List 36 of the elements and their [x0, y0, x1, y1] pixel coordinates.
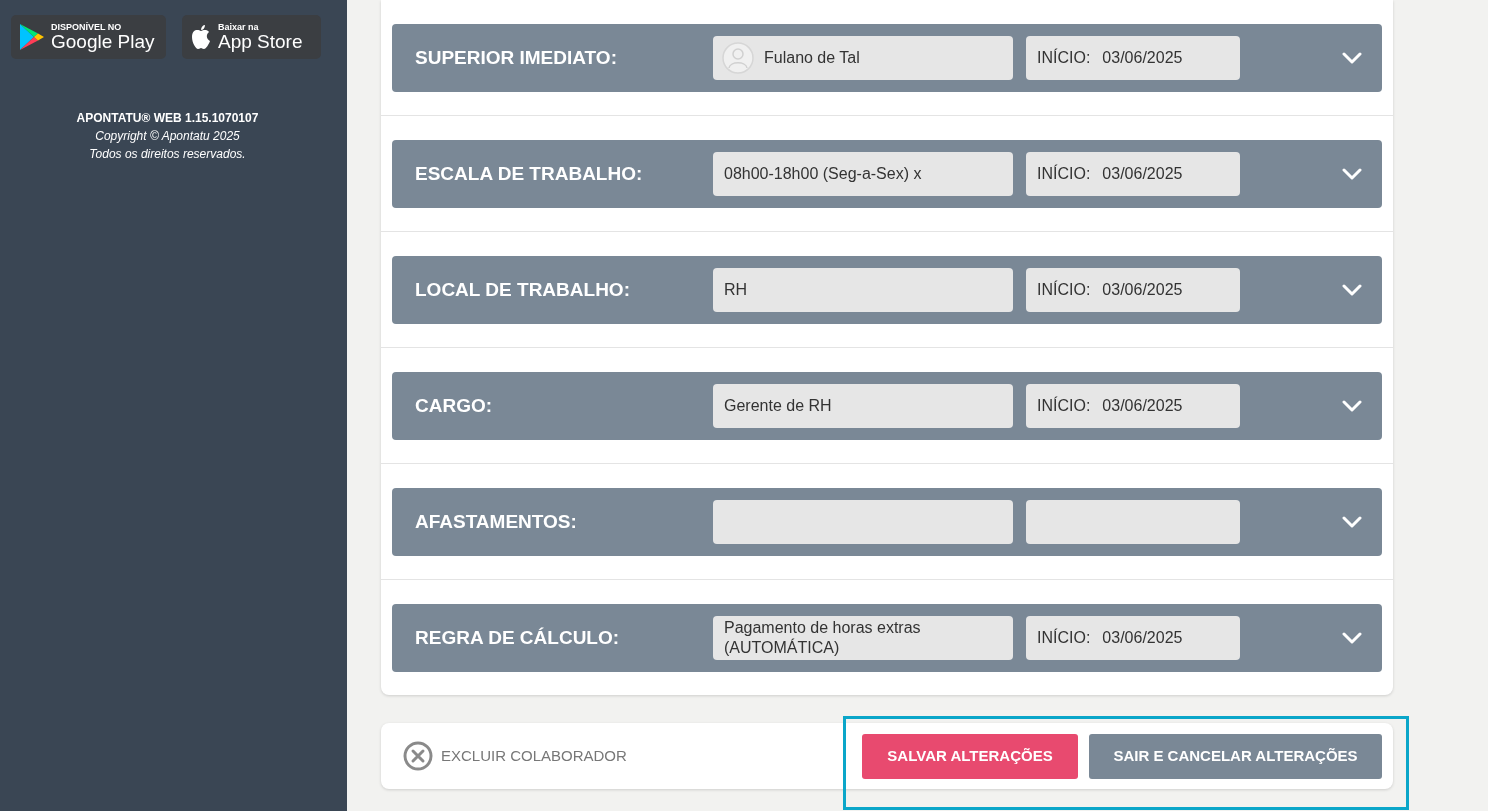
version-text: APONTATU® WEB 1.15.1070107: [75, 110, 260, 127]
start-date-field[interactable]: INÍCIO: 03/06/2025: [1026, 384, 1240, 428]
start-date-field[interactable]: INÍCIO: 03/06/2025: [1026, 152, 1240, 196]
play-triangle-icon: [19, 23, 45, 51]
section-label: ESCALA DE TRABALHO:: [415, 161, 644, 186]
chevron-down-icon[interactable]: [1342, 52, 1362, 64]
value-field[interactable]: [713, 500, 1013, 544]
start-date-field[interactable]: INÍCIO: 03/06/2025: [1026, 268, 1240, 312]
copyright-text: Copyright © Apontatu 2025: [94, 128, 241, 145]
close-circle-icon: [403, 741, 433, 771]
section-label: SUPERIOR IMEDIATO:: [415, 45, 618, 70]
section-label: LOCAL DE TRABALHO:: [415, 277, 631, 302]
section-label: AFASTAMENTOS:: [415, 509, 578, 534]
value-field[interactable]: Gerente de RH: [713, 384, 1013, 428]
delete-employee-link[interactable]: EXCLUIR COLABORADOR: [403, 741, 627, 771]
start-date-field[interactable]: INÍCIO: 03/06/2025: [1026, 616, 1240, 660]
value-field[interactable]: RH: [713, 268, 1013, 312]
save-changes-button[interactable]: SALVAR ALTERAÇÕES: [862, 733, 1078, 779]
chevron-down-icon[interactable]: [1342, 632, 1362, 644]
cancel-changes-button[interactable]: SAIR E CANCELAR ALTERAÇÕES: [1089, 733, 1382, 779]
section-label: REGRA DE CÁLCULO:: [415, 625, 621, 650]
start-date-field[interactable]: INÍCIO: 03/06/2025: [1026, 36, 1240, 80]
apple-icon: [190, 24, 212, 50]
chevron-down-icon[interactable]: [1342, 284, 1362, 296]
value-field[interactable]: 08h00-18h00 (Seg-a-Sex) x: [713, 152, 1013, 196]
start-date-field[interactable]: [1026, 500, 1240, 544]
avatar-icon: [722, 42, 754, 74]
google-play-badge[interactable]: DISPONÍVEL NO Google Play: [11, 15, 166, 59]
value-field[interactable]: Fulano de Tal: [713, 36, 1013, 80]
chevron-down-icon[interactable]: [1342, 516, 1362, 528]
rights-text: Todos os direitos reservados.: [88, 146, 247, 163]
app-store-badge[interactable]: Baixar na App Store: [182, 15, 321, 59]
chevron-down-icon[interactable]: [1342, 400, 1362, 412]
section-label: CARGO:: [415, 393, 494, 418]
value-field[interactable]: Pagamento de horas extras (AUTOMÁTICA): [713, 616, 1013, 660]
chevron-down-icon[interactable]: [1342, 168, 1362, 180]
